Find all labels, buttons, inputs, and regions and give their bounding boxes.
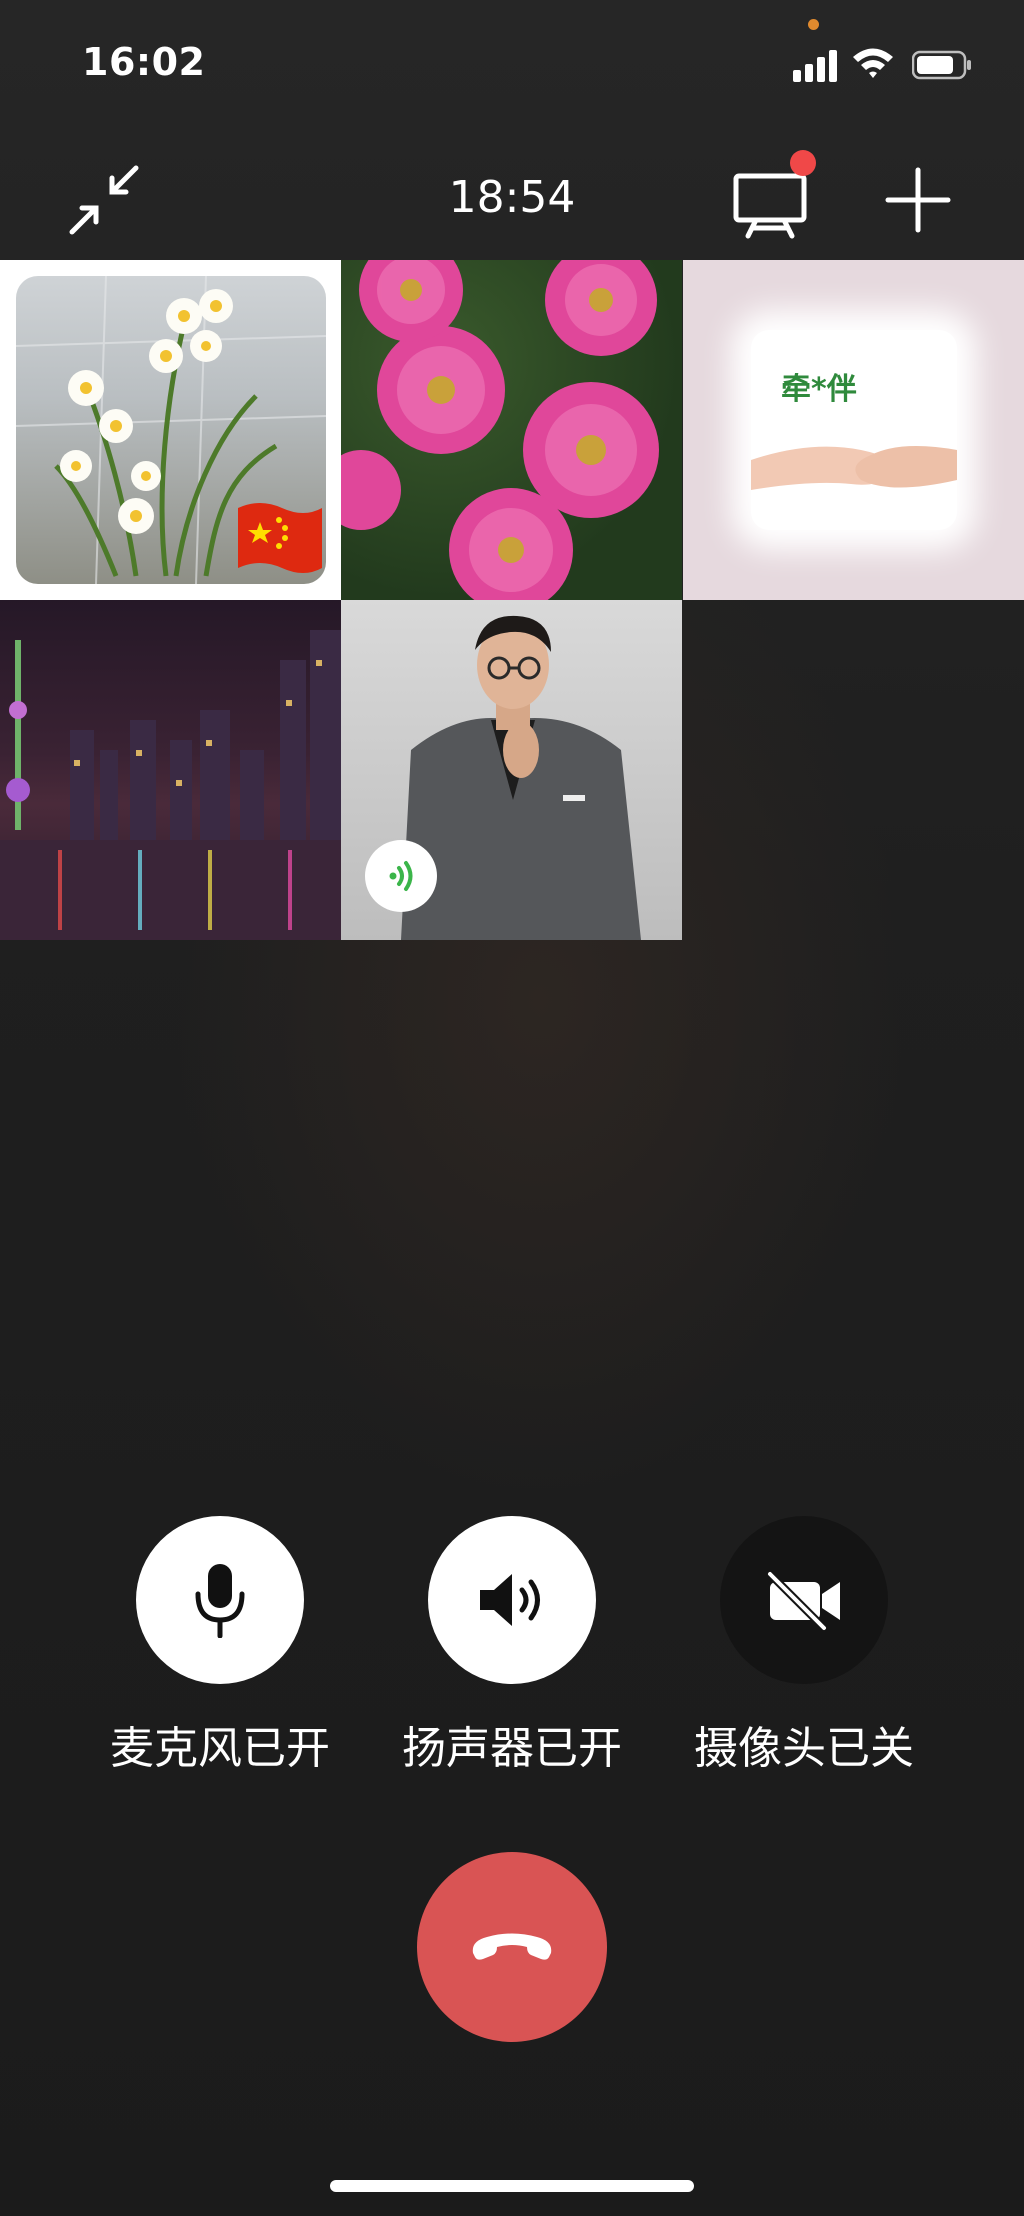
camera-off-icon — [765, 1569, 840, 1632]
participant-tile-3[interactable]: 牵*伴 — [683, 260, 1024, 600]
participant-tile-1[interactable] — [0, 260, 341, 600]
phone-hangup-icon — [472, 1933, 552, 1960]
participant-tile-5[interactable] — [341, 600, 682, 940]
battery-icon — [912, 50, 971, 80]
call-duration: 18:54 — [448, 172, 576, 223]
microphone-toggle-button[interactable] — [136, 1516, 304, 1684]
speaker-toggle-button[interactable] — [428, 1516, 596, 1684]
avatar-text: 牵*伴 — [781, 372, 857, 407]
camera-label: 摄像头已关 — [694, 1723, 914, 1774]
china-flag-icon — [238, 503, 322, 573]
pink-daisies-avatar — [341, 260, 659, 600]
city-skyline-avatar — [0, 630, 341, 940]
notification-dot — [790, 150, 816, 176]
speaker-icon — [480, 1574, 540, 1626]
participant-tile-2[interactable] — [341, 260, 682, 600]
status-time: 16:02 — [82, 40, 206, 84]
microphone-label: 麦克风已开 — [110, 1723, 330, 1774]
speaking-indicator — [365, 840, 437, 912]
holding-hands-avatar: 牵*伴 — [751, 330, 957, 530]
microphone-icon — [195, 1564, 245, 1638]
home-indicator — [330, 2180, 694, 2192]
camera-toggle-button[interactable] — [720, 1516, 888, 1684]
privacy-indicator-dot — [808, 19, 819, 30]
speaker-label: 扬声器已开 — [402, 1723, 622, 1774]
cellular-signal-icon — [793, 48, 839, 82]
add-member-icon[interactable] — [880, 162, 956, 238]
participant-grid: 牵*伴 — [0, 260, 1024, 940]
hang-up-button[interactable] — [417, 1852, 607, 2042]
voice-wave-icon — [389, 861, 413, 891]
wifi-icon — [853, 48, 893, 78]
call-top-bar: 18:54 — [0, 140, 1024, 260]
daffodils-avatar — [16, 276, 326, 584]
participant-tile-4[interactable] — [0, 600, 341, 940]
